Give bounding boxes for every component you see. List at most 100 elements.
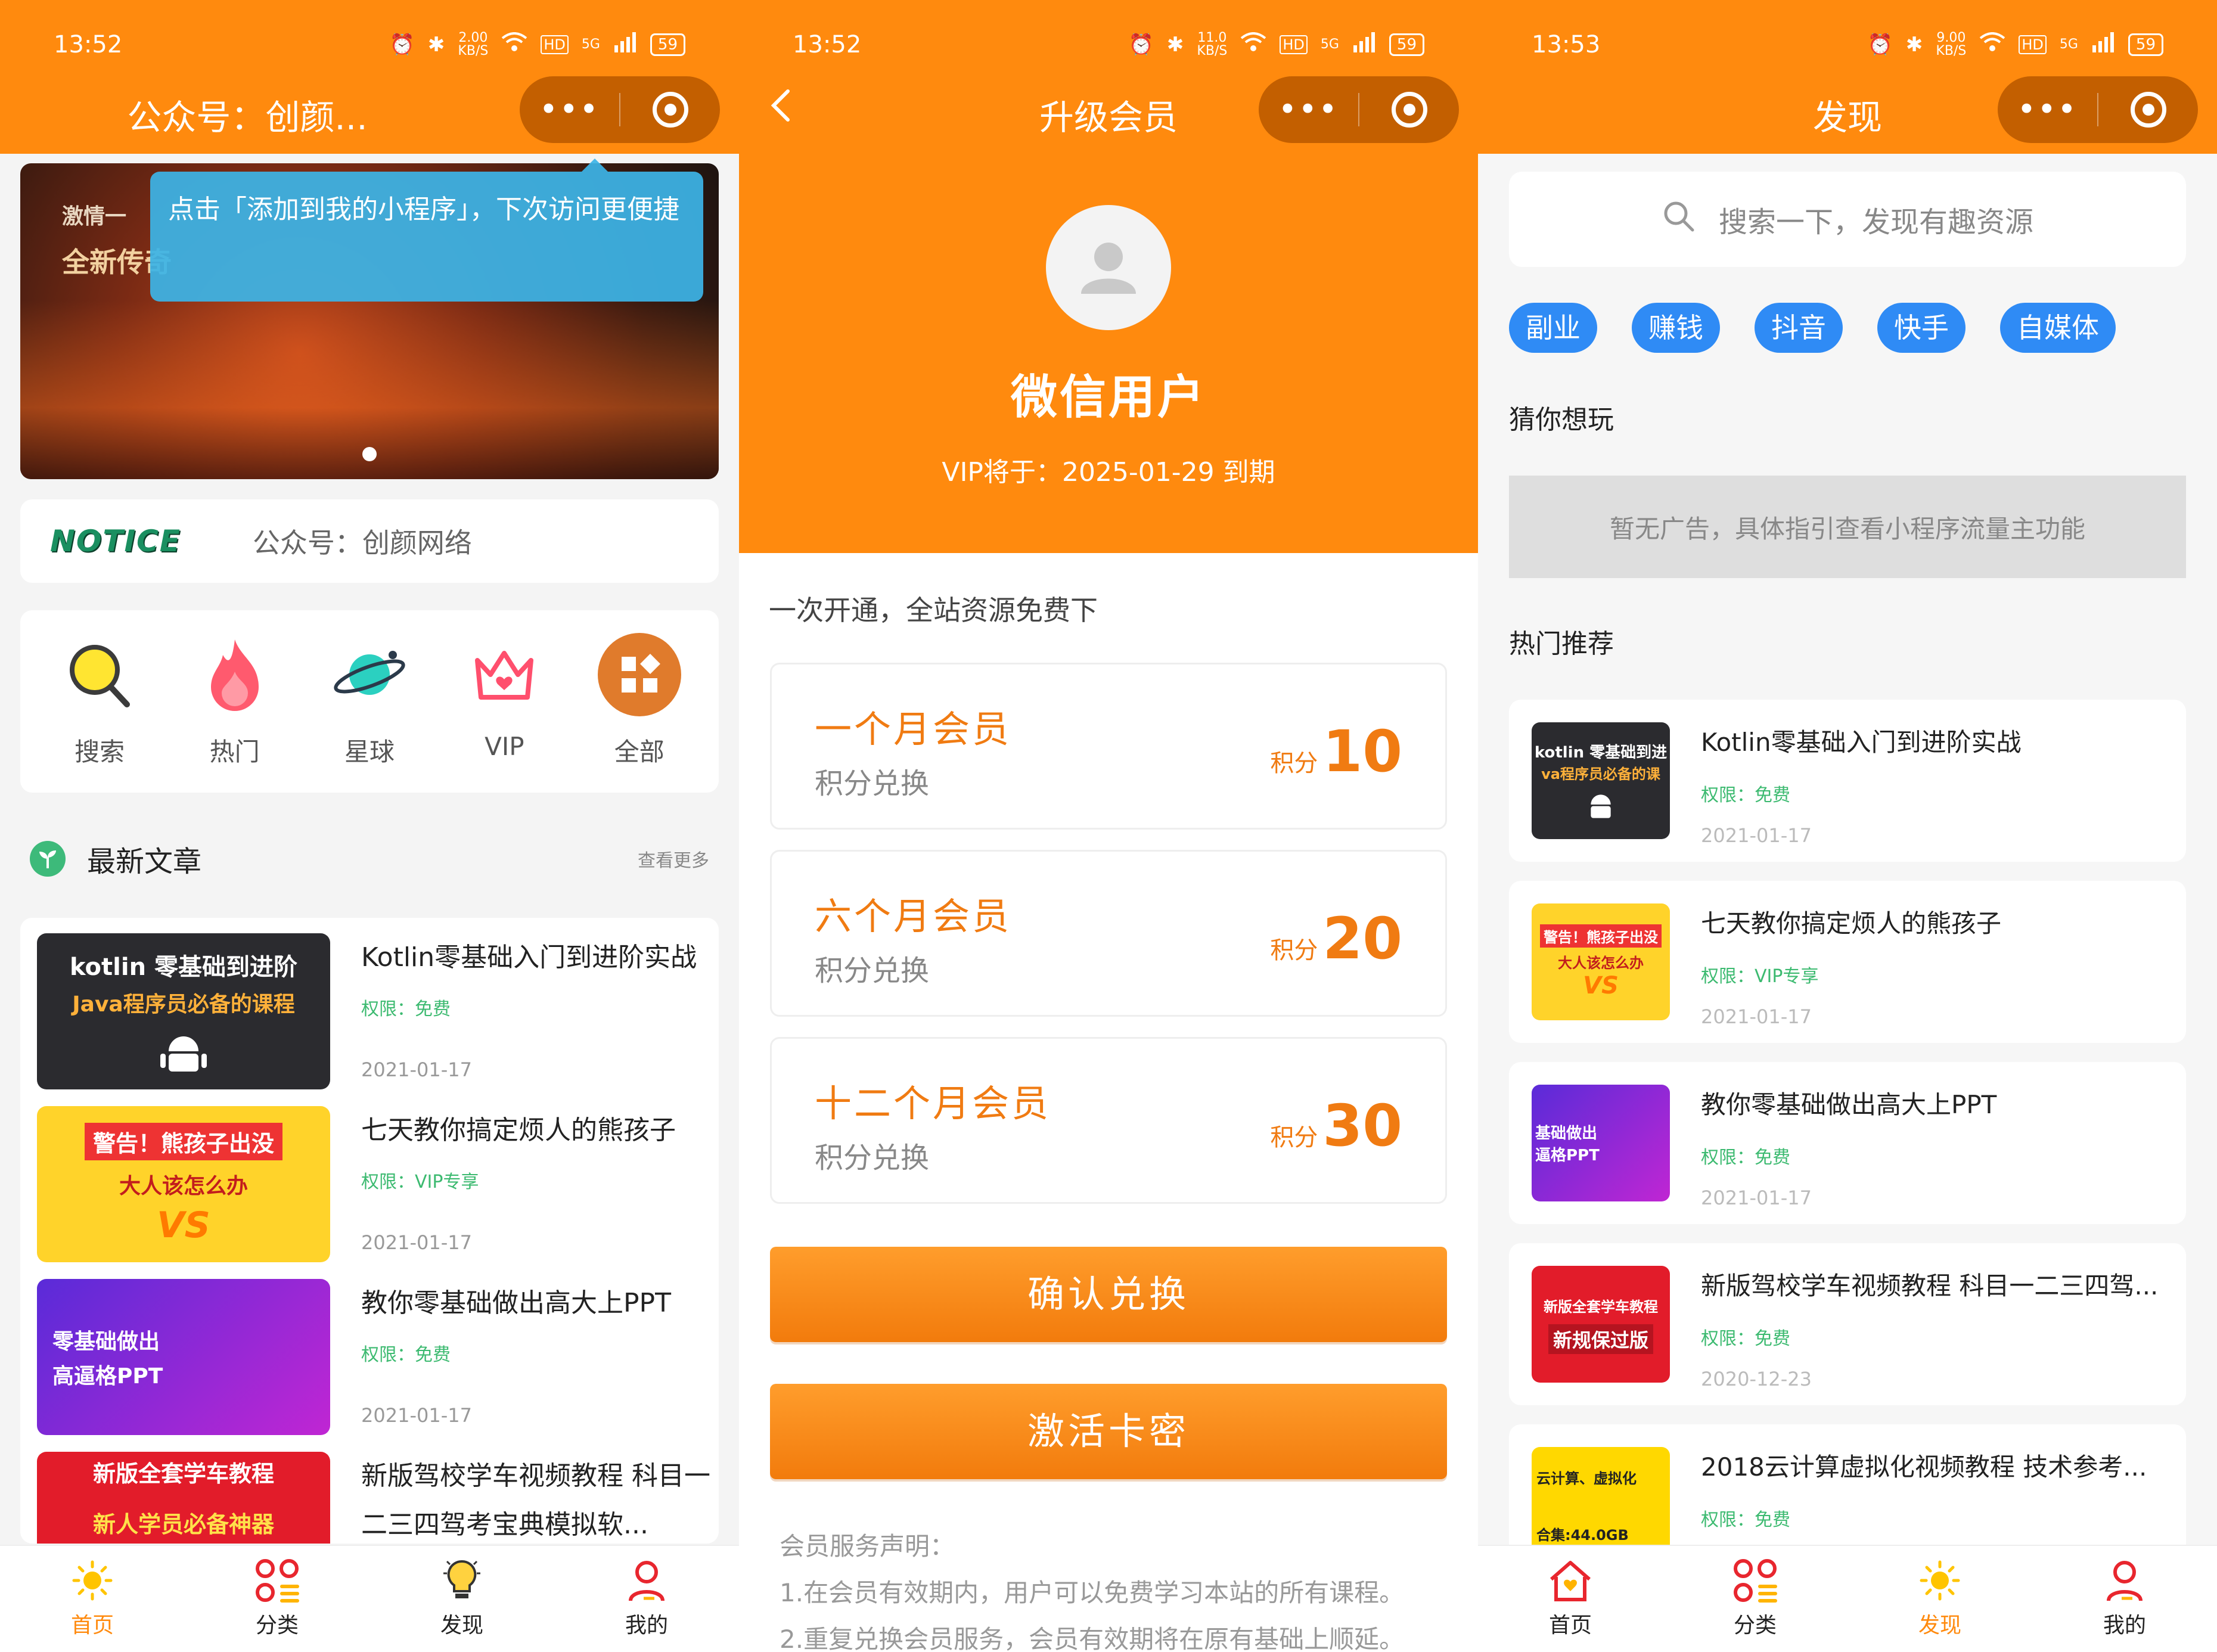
planet-icon	[328, 633, 411, 716]
alarm-icon: ⏰	[1867, 33, 1893, 57]
confirm-exchange-button[interactable]: 确认兑换	[770, 1247, 1447, 1342]
quick-item-search[interactable]: 搜索	[40, 610, 159, 793]
tag-chip[interactable]: 赚钱	[1632, 303, 1720, 353]
top-bar: 13:52 ⏰ ✱ 11.0 KB/S HD 5G 59 升级会员 •••	[739, 0, 1478, 154]
quick-item-vip[interactable]: VIP	[445, 610, 564, 793]
list-item[interactable]: 新版全套学车教程 新规保过版 新版驾校学车视频教程 科目一二三四驾... 权限：…	[1509, 1243, 2186, 1405]
nav-bar: 发现 •••	[1478, 72, 2217, 149]
battery-indicator: 59	[650, 33, 685, 56]
status-time: 13:52	[793, 31, 862, 58]
signal-icon: 5G	[1320, 37, 1339, 52]
tag-chip[interactable]: 快手	[1877, 303, 1966, 353]
sun-icon	[69, 1557, 116, 1604]
article-permission: 权限：免费	[361, 999, 451, 1020]
category-icon	[253, 1557, 301, 1604]
plan-name: 十二个月会员	[815, 1082, 1051, 1125]
search-input[interactable]: 搜索一下，发现有趣资源	[1509, 172, 2186, 267]
more-menu-icon[interactable]: •••	[1259, 92, 1358, 128]
bottom-tab-bar: 首页 分类 发现 我的	[0, 1545, 739, 1652]
plan-subtitle: 积分兑换	[815, 954, 930, 988]
quick-item-planet[interactable]: 星球	[310, 610, 429, 793]
signal-bars-icon	[1352, 32, 1376, 58]
plan-one-month[interactable]: 一个月会员 积分兑换 积分 10	[770, 663, 1447, 830]
item-title: Kotlin零基础入门到进阶实战	[1701, 728, 2022, 757]
tab-discover[interactable]: 发现	[1848, 1546, 2032, 1652]
item-date: 2021-01-17	[1701, 824, 1812, 847]
quick-item-all[interactable]: 全部	[580, 610, 699, 793]
status-icons: ⏰ ✱ 2.00 KB/S HD 5G 59	[390, 32, 685, 58]
plan-six-months[interactable]: 六个月会员 积分兑换 积分 20	[770, 850, 1447, 1017]
plan-price: 积分 20	[1270, 905, 1402, 972]
item-thumbnail: kotlin 零基础到进 va程序员必备的课	[1532, 722, 1670, 839]
list-item[interactable]: kotlin 零基础到进阶 Java程序员必备的课程 Kotlin零基础入门到进…	[37, 933, 710, 1089]
item-date: 2021-01-17	[1701, 1187, 1812, 1209]
status-time: 13:53	[1532, 31, 1601, 58]
membership-intro: 一次开通，全站资源免费下	[769, 594, 1098, 626]
close-target-icon[interactable]	[1359, 92, 1459, 128]
quick-item-hot[interactable]: 热门	[175, 610, 294, 793]
item-permission: 权限：免费	[1701, 1510, 1790, 1530]
crown-icon	[462, 633, 546, 716]
bluetooth-icon: ✱	[1905, 33, 1923, 57]
vip-expiry: VIP将于：2025-01-29 到期	[942, 457, 1275, 487]
latest-articles-header: 最新文章 查看更多	[30, 838, 709, 880]
article-thumbnail: 新版全套学车教程 新人学员必备神器	[37, 1452, 330, 1544]
membership-panel: 一次开通，全站资源免费下 一个月会员 积分兑换 积分 10 六个月会员 积分兑换 …	[739, 553, 1478, 1652]
alarm-icon: ⏰	[1128, 33, 1154, 57]
close-target-icon[interactable]	[2098, 92, 2198, 128]
list-item[interactable]: 零基础做出 高逼格PPT 教你零基础做出高大上PPT 权限：免费 2021-01…	[37, 1279, 710, 1435]
battery-indicator: 59	[2128, 33, 2163, 56]
flame-icon	[193, 633, 277, 716]
grid-icon	[597, 633, 681, 716]
service-notes: 会员服务声明： 1.在会员有效期内，用户可以免费学习本站的所有课程。 2.重复兑…	[780, 1523, 1404, 1652]
signal-bars-icon	[2091, 32, 2115, 58]
tab-home[interactable]: 首页	[0, 1546, 185, 1652]
tab-mine[interactable]: 我的	[2032, 1546, 2217, 1652]
ad-placeholder: 暂无广告，具体指引查看小程序流量主功能	[1509, 476, 2186, 578]
list-item[interactable]: 警告！熊孩子出没 大人该怎么办 VS 七天教你搞定烦人的熊孩子 权限：VIP专享…	[37, 1106, 710, 1262]
tag-chip[interactable]: 抖音	[1755, 303, 1843, 353]
article-date: 2021-01-17	[361, 1231, 472, 1254]
plan-subtitle: 积分兑换	[815, 1141, 930, 1175]
view-more-link[interactable]: 查看更多	[638, 846, 709, 872]
notice-bar[interactable]: NOTICE 公众号：创颜网络	[20, 499, 719, 583]
list-item[interactable]: 新版全套学车教程 新人学员必备神器 新版驾校学车视频教程 科目一二三四驾考宝典模…	[37, 1452, 710, 1544]
quick-entries: 搜索 热门 星球 VIP 全部	[20, 610, 719, 793]
network-speed: 9.00 KB/S	[1936, 30, 1967, 58]
tab-mine[interactable]: 我的	[554, 1546, 739, 1652]
item-thumbnail: 警告！熊孩子出没 大人该怎么办 VS	[1532, 903, 1670, 1020]
bulb-icon	[438, 1557, 486, 1604]
tag-chip[interactable]: 副业	[1509, 303, 1597, 353]
plan-twelve-months[interactable]: 十二个月会员 积分兑换 积分 30	[770, 1037, 1447, 1204]
android-icon	[1591, 794, 1611, 818]
android-icon	[160, 1036, 207, 1072]
search-icon	[1662, 199, 1695, 240]
nav-bar: 升级会员 •••	[739, 72, 1478, 149]
tab-discover[interactable]: 发现	[370, 1546, 554, 1652]
note-line: 1.在会员有效期内，用户可以免费学习本站的所有课程。	[780, 1578, 1405, 1607]
carousel-indicator[interactable]	[362, 447, 377, 461]
article-date: 2021-01-17	[361, 1058, 472, 1081]
list-item[interactable]: kotlin 零基础到进 va程序员必备的课 Kotlin零基础入门到进阶实战 …	[1509, 700, 2186, 862]
tab-category[interactable]: 分类	[1663, 1546, 1848, 1652]
top-bar: 13:53 ⏰ ✱ 9.00 KB/S HD 5G 59 发现 •••	[1478, 0, 2217, 154]
tab-category[interactable]: 分类	[185, 1546, 370, 1652]
more-menu-icon[interactable]: •••	[520, 92, 619, 128]
tag-chip[interactable]: 自媒体	[2000, 303, 2116, 353]
close-target-icon[interactable]	[620, 92, 720, 128]
list-item[interactable]: 警告！熊孩子出没 大人该怎么办 VS 七天教你搞定烦人的熊孩子 权限：VIP专享…	[1509, 881, 2186, 1043]
network-speed: 11.0 KB/S	[1197, 30, 1228, 58]
top-bar: 13:52 ⏰ ✱ 2.00 KB/S HD 5G 59 公众号：创颜... •…	[0, 0, 739, 154]
list-item[interactable]: 基础做出 逼格PPT 教你零基础做出高大上PPT 权限：免费 2021-01-1…	[1509, 1062, 2186, 1224]
tab-home[interactable]: 首页	[1478, 1546, 1663, 1652]
more-menu-icon[interactable]: •••	[1998, 92, 2097, 128]
mini-program-capsule: •••	[1259, 76, 1459, 143]
wifi-icon	[501, 32, 527, 58]
item-thumbnail: 基础做出 逼格PPT	[1532, 1085, 1670, 1201]
activate-card-key-button[interactable]: 激活卡密	[770, 1384, 1447, 1479]
article-title: Kotlin零基础入门到进阶实战	[361, 942, 697, 973]
status-icons: ⏰ ✱ 9.00 KB/S HD 5G 59	[1868, 32, 2163, 58]
article-permission: 权限：VIP专享	[361, 1172, 479, 1193]
tag-list: 副业 赚钱 抖音 快手 自媒体	[1509, 303, 2116, 353]
bluetooth-icon: ✱	[1166, 33, 1184, 57]
